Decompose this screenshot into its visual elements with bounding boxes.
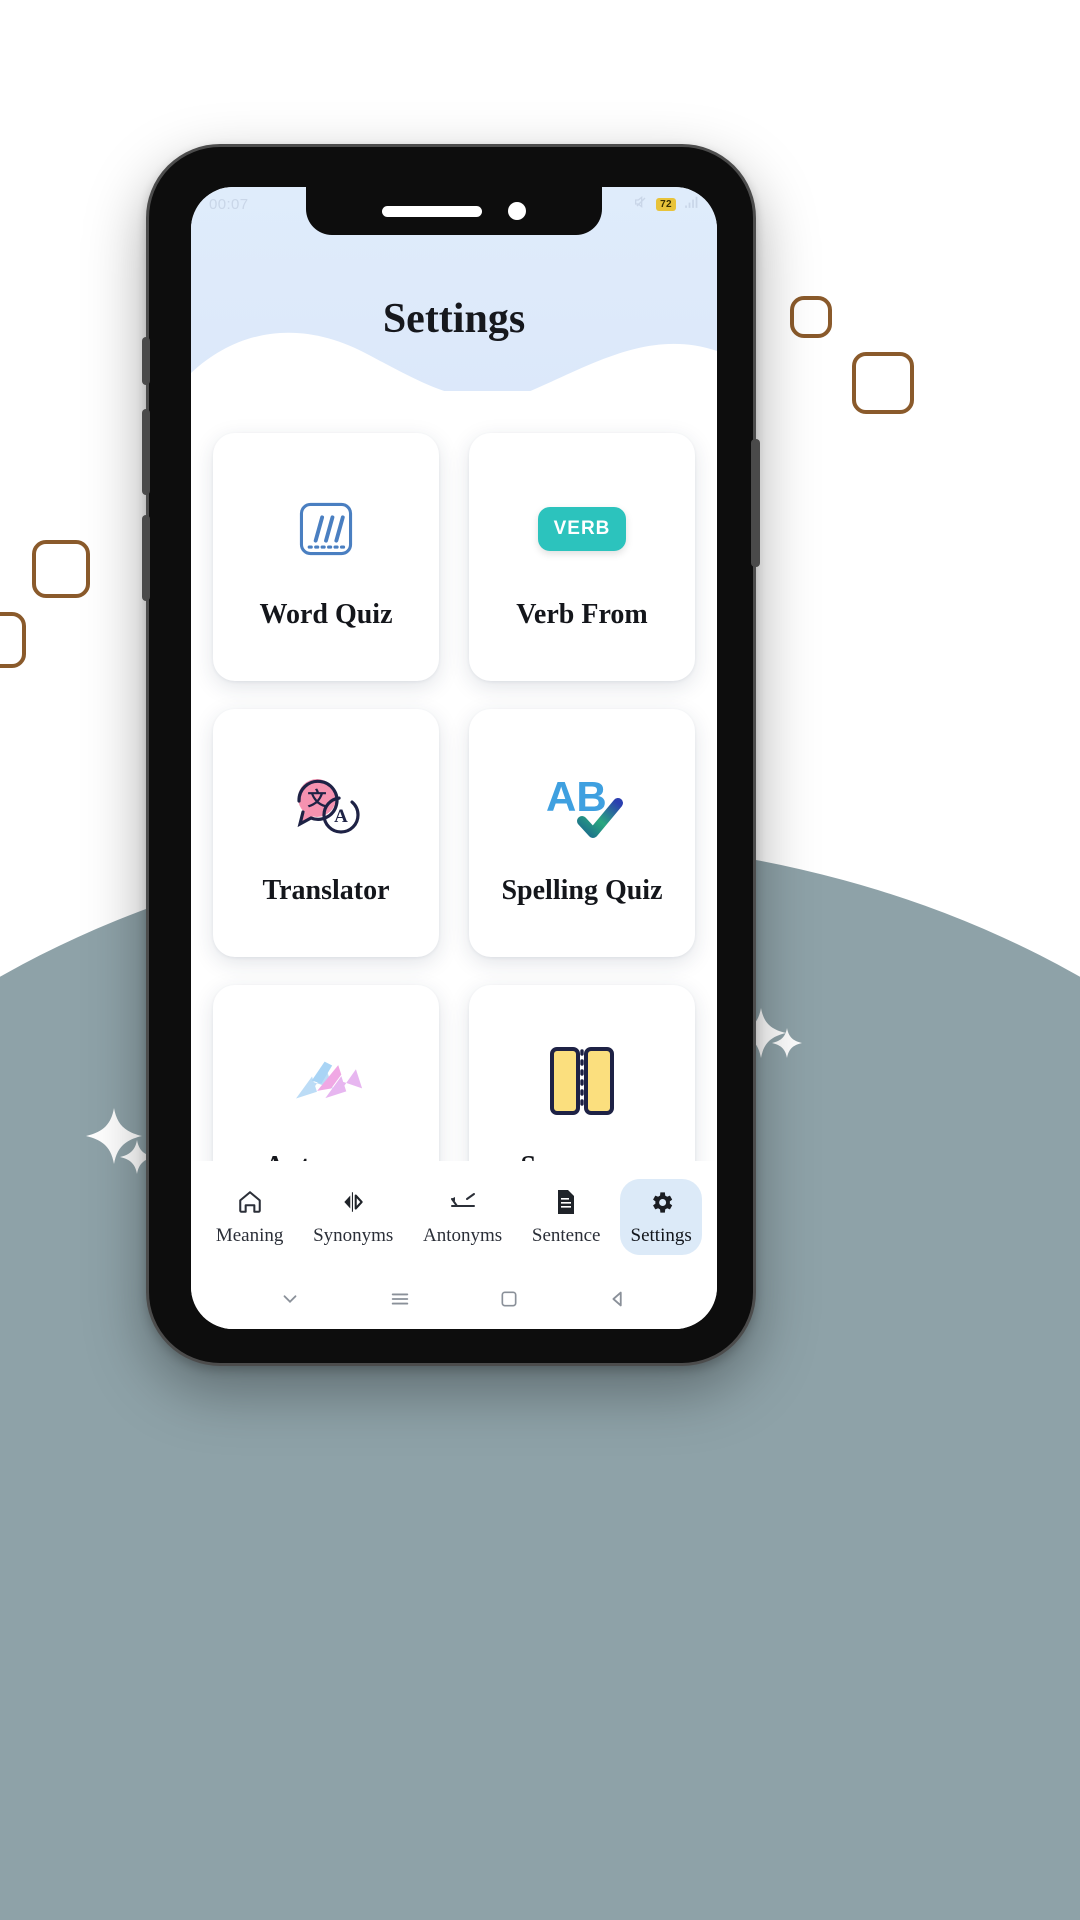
phone-notch bbox=[306, 187, 602, 235]
home-icon bbox=[235, 1187, 265, 1217]
android-system-bar bbox=[191, 1273, 717, 1329]
lined-paper-icon bbox=[280, 483, 372, 575]
verb-badge-text: VERB bbox=[537, 507, 627, 551]
svg-text:AB: AB bbox=[546, 773, 607, 820]
phone-mockup-frame: 00:07 72 Settings Word Quiz VERB Verb Fr… bbox=[142, 144, 760, 1366]
nav-item-settings[interactable]: Settings bbox=[620, 1179, 703, 1255]
nav-label: Settings bbox=[630, 1225, 692, 1246]
card-word-quiz[interactable]: Word Quiz bbox=[213, 433, 439, 681]
decorative-square-icon bbox=[852, 352, 914, 414]
translate-bubble-icon: 文 A bbox=[280, 759, 372, 851]
mirror-icon bbox=[338, 1187, 368, 1217]
nav-label: Meaning bbox=[215, 1225, 284, 1246]
bottom-navigation-bar: Meaning Synonyms Antonyms Sentence Setti… bbox=[191, 1161, 717, 1273]
nav-label: Antonyms bbox=[423, 1225, 503, 1246]
back-icon[interactable] bbox=[607, 1288, 629, 1315]
battery-indicator: 72 bbox=[656, 197, 676, 211]
phone-screen: 00:07 72 Settings Word Quiz VERB Verb Fr… bbox=[191, 187, 717, 1329]
card-verb-from[interactable]: VERB Verb From bbox=[469, 433, 695, 681]
slate-base-shape bbox=[0, 1430, 1080, 1920]
decorative-square-icon bbox=[790, 296, 832, 338]
ab-check-icon: AB bbox=[536, 759, 628, 851]
card-label: Translator bbox=[262, 875, 390, 906]
earpiece-speaker-icon bbox=[382, 205, 482, 217]
nav-item-antonyms[interactable]: Antonyms bbox=[413, 1179, 512, 1255]
nav-label: Sentence bbox=[531, 1225, 601, 1246]
document-icon bbox=[551, 1187, 581, 1217]
settings-content: Word Quiz VERB Verb From 文 A Translator … bbox=[191, 391, 717, 1233]
feature-card-grid: Word Quiz VERB Verb From 文 A Translator … bbox=[213, 391, 695, 1233]
card-label: Verb From bbox=[516, 599, 648, 630]
card-label: Word Quiz bbox=[259, 599, 393, 630]
volume-up-button[interactable] bbox=[142, 409, 150, 495]
mute-switch-button[interactable] bbox=[142, 337, 150, 385]
nav-label: Synonyms bbox=[313, 1225, 394, 1246]
open-book-icon bbox=[536, 1035, 628, 1127]
verb-badge-icon: VERB bbox=[536, 483, 628, 575]
nav-item-meaning[interactable]: Meaning bbox=[206, 1179, 294, 1255]
mute-icon bbox=[633, 194, 649, 214]
front-camera-icon bbox=[508, 202, 526, 220]
decorative-square-icon bbox=[0, 612, 26, 668]
status-time: 00:07 bbox=[209, 195, 249, 213]
volume-down-button[interactable] bbox=[142, 515, 150, 601]
menu-icon[interactable] bbox=[389, 1288, 411, 1315]
keyboard-down-icon[interactable] bbox=[279, 1288, 301, 1315]
arrows-icon bbox=[448, 1187, 478, 1217]
signal-bars-icon bbox=[683, 195, 699, 213]
power-button[interactable] bbox=[751, 439, 760, 567]
nav-item-synonyms[interactable]: Synonyms bbox=[303, 1179, 403, 1255]
card-spelling-quiz[interactable]: AB Spelling Quiz bbox=[469, 709, 695, 957]
svg-text:A: A bbox=[334, 806, 348, 827]
card-label: Spelling Quiz bbox=[501, 875, 663, 906]
gear-icon bbox=[646, 1187, 676, 1217]
decorative-square-icon bbox=[32, 540, 90, 598]
opposite-arrows-icon bbox=[280, 1035, 372, 1127]
nav-item-sentence[interactable]: Sentence bbox=[522, 1179, 611, 1255]
square-icon[interactable] bbox=[499, 1289, 519, 1314]
card-translator[interactable]: 文 A Translator bbox=[213, 709, 439, 957]
sparkle-icon bbox=[772, 1028, 802, 1058]
